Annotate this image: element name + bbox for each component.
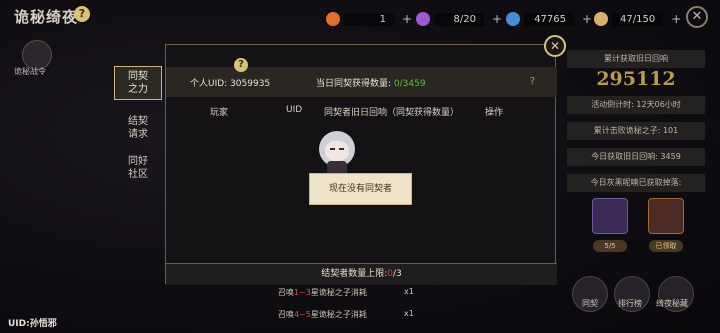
resource-feather: 47/150 +: [594, 10, 681, 28]
game-title: 诡秘绮夜: [14, 8, 79, 26]
footer-max: /3: [393, 269, 402, 279]
column-echo: 同契者旧日回响（同契获得数量）: [324, 108, 460, 118]
quest-suffix: 星诡秘之子消耗: [310, 310, 367, 319]
resource-fire: 1 +: [326, 10, 412, 28]
tab-label: 社区: [128, 169, 148, 180]
help-icon[interactable]: ?: [530, 76, 535, 87]
today-value: 0/3459: [393, 79, 426, 89]
tab-label: 结契: [128, 116, 148, 127]
close-icon[interactable]: ✕: [686, 6, 708, 28]
today-echo: 今日获取旧日回响: 3459: [567, 148, 705, 166]
item-tag: 5/5: [593, 240, 627, 252]
contract-label: 同契: [582, 299, 598, 308]
quest-prefix: 召唤: [278, 310, 294, 319]
tab-label: 之力: [128, 84, 148, 95]
user-uid: UID:孙悟邪: [8, 319, 57, 329]
column-uid: UID: [286, 105, 303, 115]
resource-value: 1: [344, 12, 394, 26]
dialog-footer: 结契者数量上限:0/3: [166, 263, 557, 285]
resource-crystal: 47765 +: [506, 10, 592, 28]
today-contract-count: 当日同契获得数量: 0/3459: [316, 76, 426, 89]
tab-label: 同好: [128, 156, 148, 167]
help-icon[interactable]: ?: [234, 58, 248, 72]
battle-pass-label: 诡秘战令: [14, 67, 46, 76]
total-echo-label: 累计获取旧日回响: [567, 50, 705, 68]
close-icon[interactable]: ✕: [544, 35, 566, 57]
today-label: 当日同契获得数量:: [316, 79, 392, 89]
mascot-icon: [315, 131, 359, 177]
quest-row: 召唤4~5星诡秘之子消耗: [278, 309, 398, 325]
total-echo-value: 295112: [596, 68, 676, 90]
feather-icon: [594, 12, 608, 26]
add-button[interactable]: +: [492, 12, 502, 26]
quest-count: x1: [404, 287, 414, 296]
add-button[interactable]: +: [671, 12, 681, 26]
quest-row: 召唤1~3星诡秘之子消耗: [278, 287, 398, 303]
tab-contract-power[interactable]: 同契 之力: [114, 66, 162, 100]
resource-value: 8/20: [434, 12, 484, 26]
tab-community[interactable]: 同好 社区: [114, 152, 162, 186]
column-player: 玩家: [210, 108, 229, 118]
quest-stars: 1~3: [294, 288, 311, 297]
tab-label: 请求: [128, 129, 148, 140]
crystal-icon: [506, 12, 520, 26]
quest-stars: 4~5: [294, 310, 311, 319]
quest-suffix: 星诡秘之子消耗: [310, 288, 367, 297]
kills-count: 累计击败诡秘之子: 101: [567, 122, 705, 140]
quest-count: x1: [404, 309, 414, 318]
add-button[interactable]: +: [582, 12, 592, 26]
help-icon[interactable]: ?: [74, 6, 90, 22]
footer-label: 结契者数量上限:: [321, 269, 388, 279]
resource-potion: 8/20 +: [416, 10, 502, 28]
potion-icon: [416, 12, 430, 26]
today-drop: 今日灰黑呢喃已获取掉落:: [567, 174, 705, 192]
dialog-header: 个人UID: 3059935 当日同契获得数量: 0/3459 ?: [166, 67, 557, 97]
potion-item-icon[interactable]: [592, 198, 628, 234]
resource-value: 47/150: [612, 12, 664, 26]
treasure-label: 绮夜秘藏: [656, 299, 688, 308]
tab-contract-request[interactable]: 结契 请求: [114, 112, 162, 146]
quest-prefix: 召唤: [278, 288, 294, 297]
chest-item-icon[interactable]: [648, 198, 684, 234]
tab-label: 同契: [128, 71, 148, 82]
empty-state-message: 现在没有同契者: [309, 173, 412, 205]
item-tag: 已领取: [649, 240, 683, 252]
countdown: 活动倒计时: 12天06小时: [567, 96, 705, 114]
top-bar: 诡秘绮夜 ? 1 + 8/20 + 47765 + 47/150 + ✕: [0, 0, 720, 36]
contract-dialog: 个人UID: 3059935 当日同契获得数量: 0/3459 ? ? ✕ 玩家…: [165, 35, 566, 285]
column-action: 操作: [485, 108, 504, 118]
resource-value: 47765: [524, 12, 574, 26]
personal-uid: 个人UID: 3059935: [190, 79, 271, 89]
fire-icon: [326, 12, 340, 26]
ranking-label: 排行榜: [618, 299, 642, 308]
add-button[interactable]: +: [402, 12, 412, 26]
